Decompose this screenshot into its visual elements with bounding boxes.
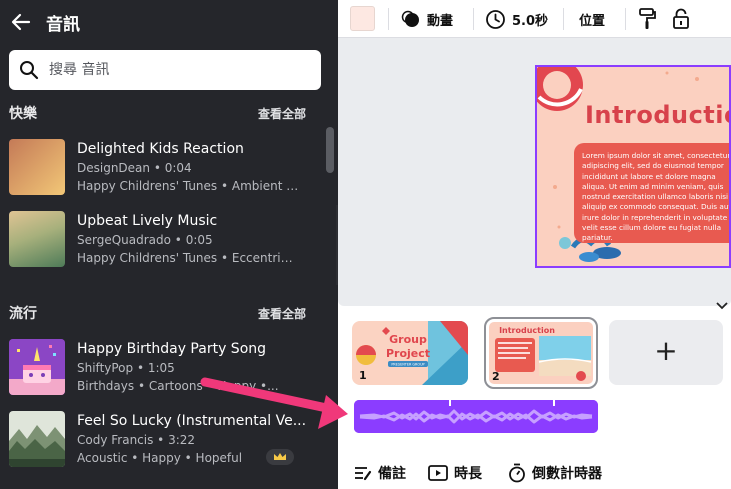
track-artist-duration: SergeQuadrado • 0:05: [77, 233, 213, 247]
track-thumbnail: [9, 339, 65, 395]
search-box[interactable]: [9, 50, 321, 90]
position-label: 位置: [579, 13, 606, 29]
track-thumbnail: [9, 139, 65, 195]
page-thumbnail-2[interactable]: Introduction 2: [484, 317, 598, 389]
pro-badge: [266, 449, 294, 465]
animate-label: 動畫: [427, 13, 454, 29]
lock-icon: [673, 8, 689, 29]
page-number-1: 1: [359, 369, 367, 382]
toolbar-divider: [473, 8, 474, 30]
audio-waveform: [354, 400, 598, 433]
track-artist-duration: DesignDean • 0:04: [77, 161, 192, 175]
notes-icon: [355, 467, 372, 481]
editor-toolbar: 動畫 5.0秒 位置: [338, 0, 731, 38]
panel-header: 音訊: [0, 0, 338, 44]
track-title: Upbeat Lively Music: [77, 213, 218, 229]
track-artist-duration: ShiftyPop • 1:05: [77, 361, 175, 375]
animate-icon: [401, 10, 419, 27]
track-thumbnail: [9, 411, 65, 467]
track-title: Feel So Lucky (Instrumental Ve...: [77, 413, 307, 429]
copy-style-button[interactable]: [638, 6, 656, 32]
track-tags: Happy Childrens' Tunes • Eccentric •...: [77, 251, 299, 265]
crown-icon: [274, 453, 286, 460]
audio-track-item[interactable]: Feel So Lucky (Instrumental Ve... Cody F…: [0, 411, 330, 475]
notes-label: 備註: [378, 466, 406, 482]
play-box-icon: [428, 465, 448, 481]
position-button[interactable]: 位置: [579, 6, 605, 32]
page-1-ribbon-text: PRESENTER GROUP: [391, 363, 424, 367]
see-all-happy-link[interactable]: 查看全部: [258, 105, 306, 122]
add-page-label: +: [654, 334, 678, 367]
toolbar-divider: [388, 8, 389, 30]
search-icon: [20, 61, 39, 80]
page-thumbnail-1[interactable]: Group Project PRESENTER GROUP 1: [352, 321, 468, 385]
see-all-pop-link[interactable]: 查看全部: [258, 305, 306, 322]
audio-track-item[interactable]: Upbeat Lively Music SergeQuadrado • 0:05…: [0, 211, 330, 275]
audio-track-item[interactable]: Happy Birthday Party Song ShiftyPop • 1:…: [0, 339, 330, 403]
design-canvas[interactable]: Introduction Lorem ipsum dolor sit amet,…: [338, 38, 731, 300]
duration-footer-label: 時長: [454, 466, 482, 482]
section-title-pop: 流行: [9, 306, 37, 322]
timer-label: 倒數計時器: [532, 466, 602, 482]
chevron-down-icon[interactable]: [714, 300, 730, 312]
track-title: Happy Birthday Party Song: [77, 341, 267, 357]
page-2-title: Introduction: [499, 326, 555, 335]
audio-timeline-track[interactable]: [354, 400, 598, 433]
add-page-button[interactable]: +: [609, 320, 723, 385]
track-title: Delighted Kids Reaction: [77, 141, 244, 157]
slide-preview[interactable]: Introduction Lorem ipsum dolor sit amet,…: [535, 65, 731, 268]
timeline-panel: Group Project PRESENTER GROUP 1 Introduc…: [338, 300, 731, 489]
section-title-happy: 快樂: [9, 106, 37, 122]
duration-button[interactable]: 5.0秒: [485, 6, 548, 32]
page-number-2: 2: [492, 370, 500, 383]
panel-title: 音訊: [46, 15, 80, 35]
clock-icon: [486, 9, 505, 29]
toolbar-divider: [625, 8, 626, 30]
page-1-preview: Group Project PRESENTER GROUP: [352, 321, 468, 385]
track-thumbnail: [9, 211, 65, 267]
duration-label: 5.0秒: [512, 13, 549, 29]
birthday-cake-illustration: [9, 339, 65, 395]
audio-track-item[interactable]: Delighted Kids Reaction DesignDean • 0:0…: [0, 139, 330, 203]
page-2-preview: Introduction: [489, 322, 593, 384]
background-color-swatch[interactable]: [350, 6, 375, 31]
panel-scrollbar-thumb[interactable]: [326, 127, 334, 173]
back-arrow-icon[interactable]: [10, 11, 32, 33]
slide-heading: Introduction: [585, 101, 729, 129]
slide-text-card: Lorem ipsum dolor sit amet, consectetur …: [574, 143, 731, 243]
audio-panel: 音訊 快樂 查看全部 Delighted Kids Reaction Desig…: [0, 0, 338, 489]
track-tags: Birthdays • Cartoons • Happy •...: [77, 379, 279, 393]
timeline-top-edge: [338, 300, 731, 306]
slide-body-text: Lorem ipsum dolor sit amet, consectetur …: [582, 151, 731, 243]
track-tags: Happy Childrens' Tunes • Ambient •...: [77, 179, 299, 193]
timer-button[interactable]: 倒數計時器: [508, 462, 602, 484]
duration-footer-button[interactable]: 時長: [428, 462, 482, 484]
forest-landscape-illustration: [9, 411, 65, 467]
lock-button[interactable]: [672, 6, 690, 32]
paint-roller-icon: [639, 8, 656, 29]
toolbar-divider: [563, 8, 564, 30]
editor-area: 動畫 5.0秒 位置 Introducti Lorem ipsum dolor …: [338, 0, 731, 489]
track-artist-duration: Cody Francis • 3:22: [77, 433, 196, 447]
notes-button[interactable]: 備註: [354, 462, 406, 484]
stopwatch-icon: [509, 463, 525, 483]
page-1-title-line2: Project: [386, 347, 430, 360]
search-input[interactable]: [49, 59, 309, 81]
animate-button[interactable]: 動畫: [401, 6, 453, 32]
page-1-title-line1: Group: [389, 333, 427, 346]
